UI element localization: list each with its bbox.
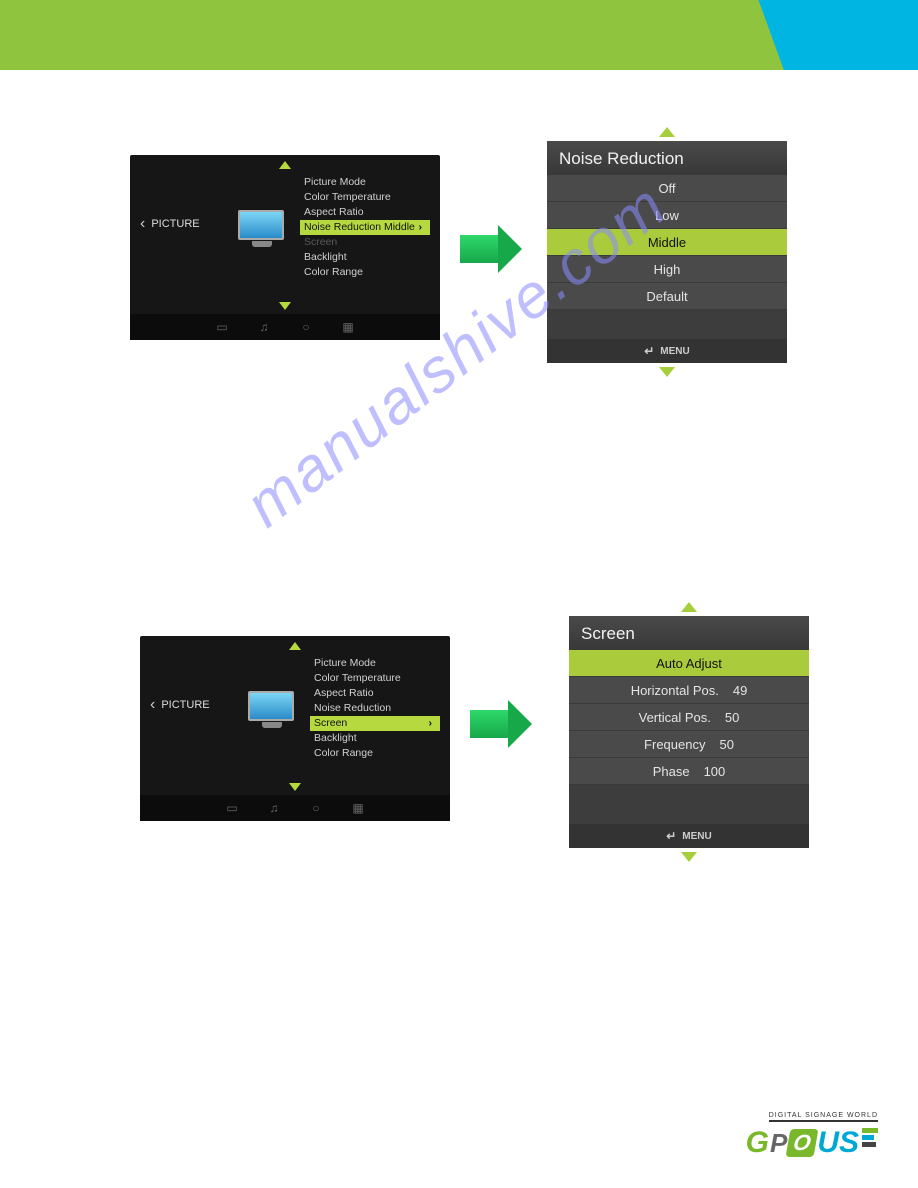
list-item[interactable]: Color Temperature	[300, 190, 430, 205]
picture-menu-2: ‹ PICTURE Picture Mode Color Temperature…	[140, 636, 450, 821]
option-high[interactable]: High	[547, 256, 787, 283]
option-off[interactable]: Off	[547, 175, 787, 202]
list-item[interactable]: Backlight	[300, 250, 430, 265]
category-text: PICTURE	[161, 699, 209, 711]
nav-down-icon[interactable]	[289, 783, 301, 791]
screen-submenu: Screen Auto Adjust Horizontal Pos.49 Ver…	[569, 616, 809, 848]
circle-icon[interactable]: ○	[310, 802, 322, 814]
menu-label: MENU	[682, 831, 711, 842]
display-icon[interactable]: ▭	[216, 321, 228, 333]
menu-label: MENU	[660, 346, 689, 357]
bottom-icon-bar: ▭ ♫ ○ ▦	[130, 314, 440, 340]
option-frequency[interactable]: Frequency50	[569, 731, 809, 758]
list-item[interactable]: Picture Mode	[300, 175, 430, 190]
list-item-selected[interactable]: Screen ›	[310, 716, 440, 731]
category-label: ‹ PICTURE	[140, 215, 200, 233]
return-icon: ↵	[666, 829, 676, 843]
option-middle-selected[interactable]: Middle	[547, 229, 787, 256]
option-vertical-pos[interactable]: Vertical Pos.50	[569, 704, 809, 731]
nav-down-icon[interactable]	[659, 367, 675, 377]
brand-tagline: DIGITAL SIGNAGE WORLD	[769, 1112, 878, 1122]
option-default[interactable]: Default	[547, 283, 787, 310]
submenu-footer[interactable]: ↵ MENU	[569, 824, 809, 848]
picture-menu-1: ‹ PICTURE Picture Mode Color Temperature…	[130, 155, 440, 340]
submenu-footer[interactable]: ↵ MENU	[547, 339, 787, 363]
option-horizontal-pos[interactable]: Horizontal Pos.49	[569, 677, 809, 704]
picture-list: Picture Mode Color Temperature Aspect Ra…	[310, 656, 440, 761]
picture-list: Picture Mode Color Temperature Aspect Ra…	[300, 175, 430, 280]
chevron-left-icon[interactable]: ‹	[140, 215, 145, 233]
list-item[interactable]: Backlight	[310, 731, 440, 746]
tv-icon	[238, 210, 286, 250]
list-item[interactable]: Color Range	[310, 746, 440, 761]
logo-us: US	[817, 1126, 859, 1160]
option-phase[interactable]: Phase100	[569, 758, 809, 785]
nav-up-icon[interactable]	[289, 642, 301, 650]
logo-g: G	[746, 1126, 769, 1160]
page-header	[0, 0, 918, 70]
arrow-right-icon	[470, 700, 532, 748]
display-icon[interactable]: ▭	[226, 802, 238, 814]
music-icon[interactable]: ♫	[258, 321, 270, 333]
nav-down-icon[interactable]	[279, 302, 291, 310]
list-item[interactable]: Aspect Ratio	[300, 205, 430, 220]
submenu-title: Noise Reduction	[547, 141, 787, 175]
option-low[interactable]: Low	[547, 202, 787, 229]
list-item[interactable]: Aspect Ratio	[310, 686, 440, 701]
grid-icon[interactable]: ▦	[342, 321, 354, 333]
logo-flag-icon	[862, 1128, 878, 1147]
nav-up-icon[interactable]	[279, 161, 291, 169]
tv-icon	[248, 691, 296, 731]
circle-icon[interactable]: ○	[300, 321, 312, 333]
arrow-right-icon	[460, 225, 522, 273]
logo-o: O	[786, 1129, 819, 1157]
submenu-title: Screen	[569, 616, 809, 650]
chevron-right-icon: ›	[419, 220, 423, 235]
music-icon[interactable]: ♫	[268, 802, 280, 814]
bottom-icon-bar: ▭ ♫ ○ ▦	[140, 795, 450, 821]
option-auto-adjust-selected[interactable]: Auto Adjust	[569, 650, 809, 677]
grid-icon[interactable]: ▦	[352, 802, 364, 814]
logo-p: P	[770, 1128, 787, 1159]
chevron-left-icon[interactable]: ‹	[150, 696, 155, 714]
list-item[interactable]: Picture Mode	[310, 656, 440, 671]
list-item[interactable]: Color Range	[300, 265, 430, 280]
brand-logo: DIGITAL SIGNAGE WORLD G P O US	[746, 1104, 878, 1160]
nav-up-icon[interactable]	[659, 127, 675, 137]
category-text: PICTURE	[151, 218, 199, 230]
list-item[interactable]: Noise Reduction	[310, 701, 440, 716]
return-icon: ↵	[644, 344, 654, 358]
list-item[interactable]: Color Temperature	[310, 671, 440, 686]
nav-down-icon[interactable]	[681, 852, 697, 862]
chevron-right-icon: ›	[429, 716, 433, 731]
list-item-disabled: Screen	[300, 235, 430, 250]
category-label: ‹ PICTURE	[150, 696, 210, 714]
nav-up-icon[interactable]	[681, 602, 697, 612]
list-item-selected[interactable]: Noise Reduction Middle ›	[300, 220, 430, 235]
header-accent	[698, 0, 918, 70]
noise-reduction-submenu: Noise Reduction Off Low Middle High Defa…	[547, 141, 787, 363]
